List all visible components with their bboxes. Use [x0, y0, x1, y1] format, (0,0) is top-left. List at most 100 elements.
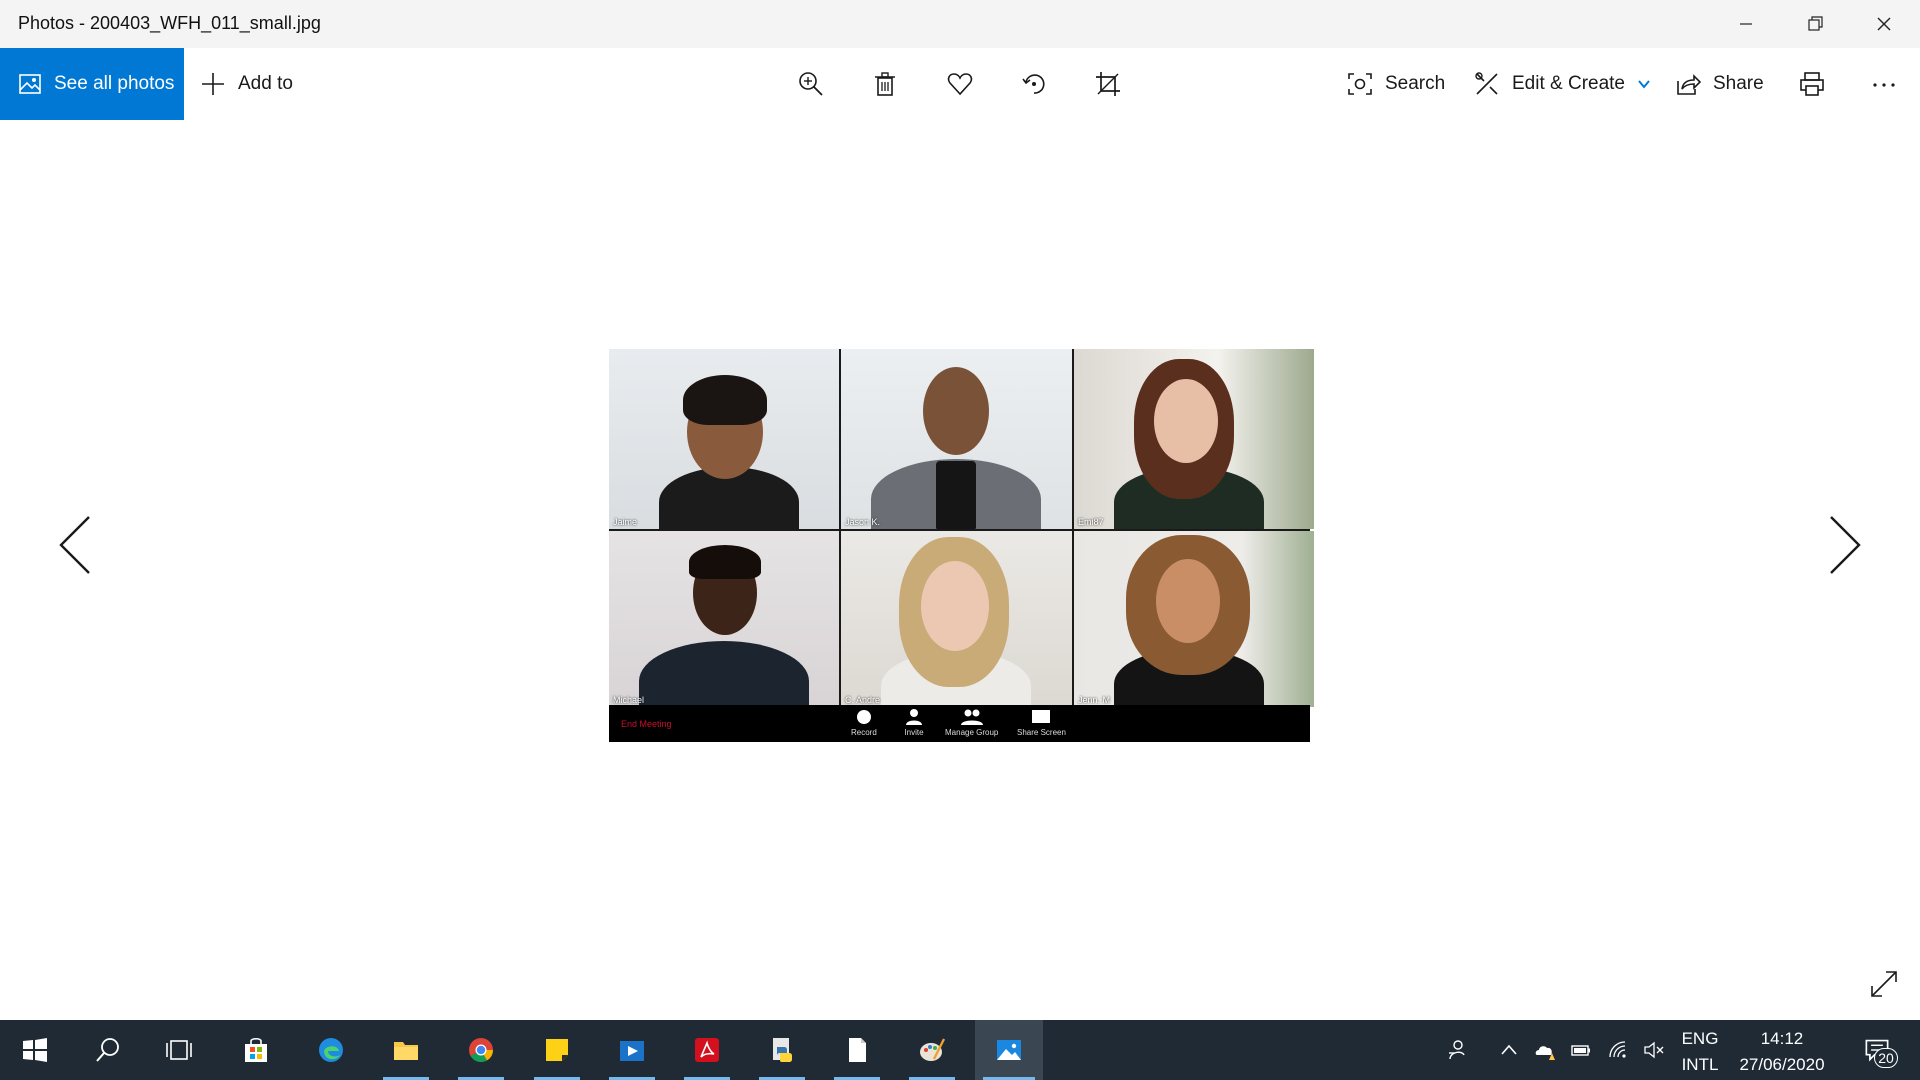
- next-photo-button[interactable]: [1815, 510, 1875, 580]
- full-screen-button[interactable]: [1864, 964, 1904, 1004]
- taskbar-app-notepad[interactable]: [826, 1020, 888, 1080]
- chrome-icon: [469, 1038, 493, 1063]
- edit-create-button[interactable]: Edit & Create: [1474, 48, 1651, 120]
- close-button[interactable]: [1850, 0, 1918, 48]
- video-call-grid: Jaime Jason K. Emi87 Michael C. Andre Je…: [609, 349, 1314, 707]
- invite-icon: [906, 709, 922, 725]
- taskbar-app-chrome[interactable]: [450, 1020, 512, 1080]
- taskbar: ENG INTL 14:12 27/06/2020 20: [0, 1020, 1920, 1080]
- store-icon: [245, 1037, 267, 1062]
- minimize-button[interactable]: [1712, 0, 1780, 48]
- task-view-button[interactable]: [148, 1020, 210, 1080]
- taskbar-app-edge[interactable]: [300, 1020, 362, 1080]
- add-to-label: Add to: [238, 73, 293, 94]
- taskbar-app-store[interactable]: [225, 1020, 287, 1080]
- participant-tile: Jaime: [609, 349, 839, 529]
- participant-name: C. Andre: [845, 695, 881, 705]
- command-bar: See all photos Add to Search Edit & Crea…: [0, 48, 1920, 120]
- more-icon: [1873, 83, 1895, 87]
- see-all-photos-button[interactable]: See all photos: [0, 48, 184, 120]
- participant-name: Jason K.: [845, 517, 881, 527]
- share-screen-label: Share Screen: [1017, 728, 1066, 737]
- title-bar: Photos - 200403_WFH_011_small.jpg: [0, 0, 1920, 48]
- network-status[interactable]: [1604, 1020, 1632, 1080]
- rotate-button[interactable]: [1008, 48, 1060, 120]
- battery-status[interactable]: [1567, 1020, 1595, 1080]
- printer-icon: [1800, 72, 1824, 96]
- participant-tile: Jason K.: [841, 349, 1072, 529]
- invite-control: Invite: [903, 708, 925, 737]
- search-icon: [96, 1038, 119, 1062]
- keyboard-layout: INTL: [1681, 1055, 1719, 1074]
- search-button[interactable]: Search: [1347, 48, 1445, 120]
- delete-button[interactable]: [859, 48, 911, 120]
- taskbar-app-media-player[interactable]: [601, 1020, 663, 1080]
- invite-label: Invite: [904, 728, 924, 737]
- zoom-button[interactable]: [785, 48, 837, 120]
- taskbar-app-acrobat[interactable]: [676, 1020, 738, 1080]
- minimize-icon: [1740, 23, 1752, 25]
- photos-icon: [997, 1040, 1021, 1060]
- restore-icon: [1808, 16, 1823, 31]
- share-button[interactable]: Share: [1675, 48, 1764, 120]
- participant-name: Emi87: [1078, 517, 1104, 527]
- taskbar-search-button[interactable]: [77, 1020, 139, 1080]
- end-meeting-label: End Meeting: [621, 719, 672, 729]
- record-icon: [856, 710, 871, 724]
- window-title: Photos - 200403_WFH_011_small.jpg: [18, 13, 321, 33]
- edit-create-label: Edit & Create: [1512, 73, 1625, 94]
- onedrive-status[interactable]: [1531, 1020, 1559, 1080]
- close-icon: [1877, 17, 1891, 31]
- action-center-button[interactable]: 20: [1852, 1020, 1902, 1080]
- person-figure: [923, 367, 989, 455]
- taskbar-app-photos[interactable]: [975, 1020, 1043, 1080]
- participant-tile: Michael: [609, 531, 839, 707]
- restore-button[interactable]: [1781, 0, 1849, 48]
- taskbar-app-file-explorer[interactable]: [375, 1020, 437, 1080]
- displayed-photo[interactable]: Jaime Jason K. Emi87 Michael C. Andre Je…: [609, 349, 1314, 742]
- person-figure: [683, 375, 767, 425]
- media-player-icon: [620, 1041, 644, 1061]
- search-label: Search: [1385, 73, 1446, 94]
- input-language[interactable]: ENG INTL: [1672, 1026, 1728, 1078]
- rotate-icon: [1022, 74, 1045, 94]
- more-options-button[interactable]: [1858, 48, 1910, 120]
- meeting-controls-bar: End Meeting Record Invite Manage Group S…: [609, 705, 1310, 742]
- see-all-photos-label: See all photos: [54, 73, 175, 94]
- clock-date: 27/06/2020: [1739, 1055, 1825, 1074]
- person-figure: [936, 461, 976, 529]
- chevron-down-icon: [1638, 80, 1650, 89]
- task-view-icon: [166, 1040, 192, 1060]
- participant-name: Jaime: [613, 517, 638, 527]
- battery-icon: [1571, 1045, 1590, 1056]
- sticky-notes-icon: [546, 1039, 568, 1061]
- file-explorer-icon: [394, 1042, 418, 1060]
- visual-search-icon: [1348, 73, 1372, 95]
- print-button[interactable]: [1786, 48, 1838, 120]
- language-code: ENG: [1681, 1029, 1719, 1048]
- chevron-up-icon: [1501, 1044, 1517, 1055]
- taskbar-app-sticky-notes[interactable]: [526, 1020, 588, 1080]
- zoom-in-icon: [799, 72, 823, 96]
- crop-button[interactable]: [1082, 48, 1134, 120]
- taskbar-app-python[interactable]: [751, 1020, 813, 1080]
- acrobat-icon: [695, 1038, 719, 1062]
- trash-icon: [875, 72, 895, 96]
- participant-tile: Jenn. M: [1074, 531, 1314, 707]
- people-button[interactable]: [1442, 1020, 1472, 1080]
- person-figure: [639, 641, 809, 707]
- favorite-button[interactable]: [934, 48, 986, 120]
- start-button[interactable]: [4, 1020, 66, 1080]
- volume-status[interactable]: [1640, 1020, 1668, 1080]
- clock[interactable]: 14:12 27/06/2020: [1728, 1026, 1836, 1078]
- plus-icon: [202, 73, 224, 95]
- show-hidden-icons-button[interactable]: [1496, 1020, 1522, 1080]
- photo-icon: [19, 74, 41, 94]
- start-icon: [23, 1038, 47, 1062]
- participant-tile: C. Andre: [841, 531, 1072, 707]
- taskbar-app-paint[interactable]: [901, 1020, 963, 1080]
- edge-icon: [319, 1038, 343, 1062]
- previous-photo-button[interactable]: [45, 510, 105, 580]
- add-to-button[interactable]: Add to: [200, 48, 293, 120]
- share-screen-control: Share Screen: [1017, 708, 1066, 737]
